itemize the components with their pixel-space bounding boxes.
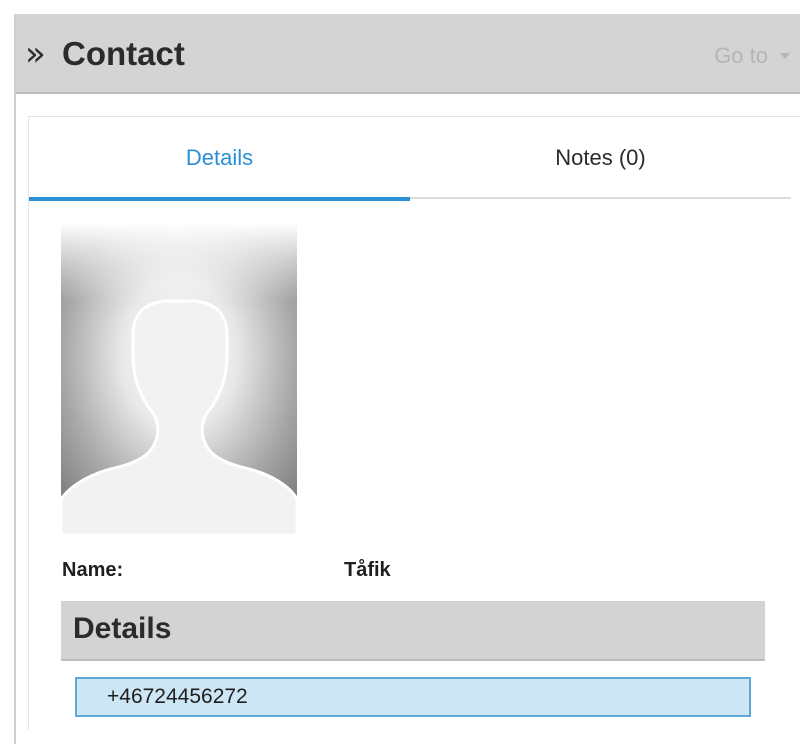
phone-number: +46724456272	[107, 685, 248, 708]
chevron-down-icon	[780, 53, 790, 59]
double-chevron-right-icon[interactable]: »	[25, 36, 53, 72]
goto-label: Go to	[714, 43, 768, 68]
tab-notes-label: Notes (0)	[555, 145, 646, 170]
details-section-title: Details	[73, 612, 172, 645]
tab-notes[interactable]: Notes (0)	[410, 117, 791, 199]
content-panel: Details Notes (0) Name: Tåfik Details +4…	[28, 116, 800, 730]
name-row: Name: Tåfik	[62, 557, 762, 585]
phone-number-item[interactable]: +46724456272	[75, 677, 751, 717]
tab-details-label: Details	[185, 145, 254, 170]
tab-bar: Details Notes (0)	[29, 117, 791, 201]
goto-dropdown[interactable]: Go to	[714, 42, 790, 70]
tab-details[interactable]: Details	[29, 117, 410, 201]
name-value: Tåfik	[344, 559, 391, 581]
details-section-header: Details	[61, 601, 765, 661]
person-silhouette-icon	[61, 223, 297, 535]
avatar	[61, 223, 297, 535]
name-label: Name:	[62, 559, 124, 581]
active-tab-indicator	[29, 197, 410, 201]
page-title: Contact	[62, 35, 185, 72]
header-bar: » Contact Go to	[16, 16, 800, 94]
